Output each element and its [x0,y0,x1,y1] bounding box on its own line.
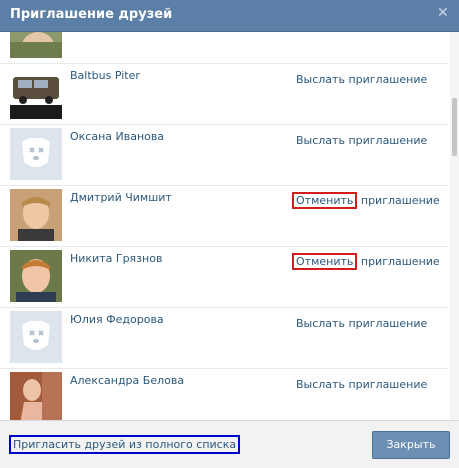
dialog-footer: Пригласить друзей из полного списка Закр… [0,420,459,468]
friend-name[interactable]: Юлия Федорова [70,313,164,326]
avatar [10,32,62,58]
friend-row: Оксана Иванова Выслать приглашение [0,124,448,186]
friend-row: Baltbus Piter Выслать приглашение [0,63,448,125]
avatar[interactable] [10,128,62,180]
avatar[interactable] [10,189,62,241]
close-button[interactable]: Закрыть [372,431,450,459]
cancel-invite-action: Отменить приглашение [292,253,440,270]
scrollbar-thumb[interactable] [452,98,457,156]
avatar[interactable] [10,311,62,363]
avatar[interactable] [10,372,62,420]
close-icon[interactable]: ✕ [437,6,451,20]
cancel-invite-button[interactable]: Отменить [292,253,358,270]
dialog-title: Приглашение друзей [10,7,173,22]
invite-from-full-list-link[interactable]: Пригласить друзей из полного списка [9,435,241,454]
friend-name[interactable]: Никита Грязнов [70,252,162,265]
send-invite-link[interactable]: Выслать приглашение [296,378,427,391]
friend-name[interactable]: Baltbus Piter [70,69,140,82]
friend-name[interactable]: Оксана Иванова [70,130,164,143]
send-invite-link[interactable]: Выслать приглашение [296,73,427,86]
friend-row: Александра Белова Выслать приглашение [0,368,448,420]
friends-list: Baltbus Piter Выслать приглашение Оксана… [0,32,448,420]
cancel-invite-action: Отменить приглашение [292,192,440,209]
avatar[interactable] [10,250,62,302]
dialog-header: Приглашение друзей ✕ [0,0,459,32]
invite-suffix-text: приглашение [357,255,440,268]
avatar[interactable] [10,67,62,119]
invite-suffix-text: приглашение [357,194,440,207]
cancel-invite-button[interactable]: Отменить [292,192,358,209]
friend-name[interactable]: Дмитрий Чимшит [70,191,172,204]
friend-row: Дмитрий Чимшит Отменить приглашение [0,185,448,247]
friend-name[interactable]: Александра Белова [70,374,184,387]
send-invite-link[interactable]: Выслать приглашение [296,134,427,147]
send-invite-link[interactable]: Выслать приглашение [296,317,427,330]
list-scrollbar[interactable] [450,32,459,420]
friend-row: Никита Грязнов Отменить приглашение [0,246,448,308]
friend-row [0,32,448,64]
friend-row: Юлия Федорова Выслать приглашение [0,307,448,369]
